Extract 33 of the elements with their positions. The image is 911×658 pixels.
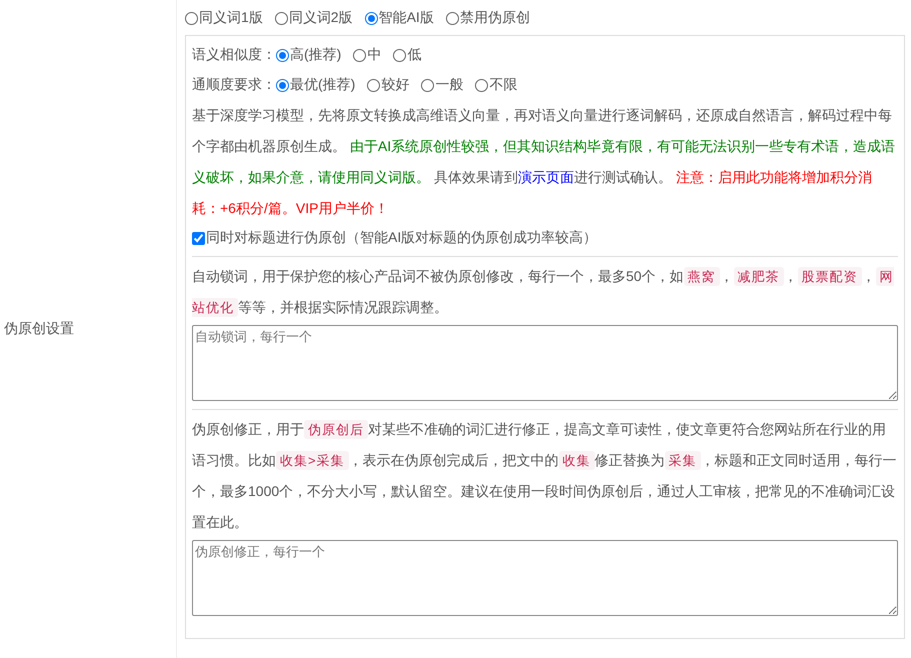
- description-text: 基于深度学习模型，先将原文转换成高维语义向量，再对语义向量进行逐词解码，还原成自然语言，解码过程中每个字都由机器原创生成。 由于AI系统原创性较强，但其知识结构毕竟有限，有可能无法识别一些专有术语，造成语义破坏，如果介意，请使用同义词版。 具体效果请到演示页面进行测试确认。 注意：启用此功能将增加积分消耗：+6积分/篇。VIP用户半价！: [192, 106, 896, 218]
- radio-label: 同义词1版: [199, 9, 263, 27]
- radio-button[interactable]: [367, 78, 380, 92]
- radio-button[interactable]: [475, 78, 488, 92]
- radio-button[interactable]: [353, 48, 366, 62]
- radio-button[interactable]: [274, 12, 288, 24]
- radio-button[interactable]: [421, 78, 434, 92]
- radio-button[interactable]: [185, 12, 198, 24]
- radio-label: 不限: [489, 76, 518, 94]
- corrections-description: 伪原创修正，用于 伪原创后 对某些不准确的词汇进行修正，提高文章可读性，使文章更符合您网站所在行业的用语习惯。比如 收集>采集 ，表示在伪原创完成后，把文中的 收集 修正替换为 采集 ，标题和正文同时适用，每行一个，最多1000个，不分大小写，默认留空。建议在使用一段时间伪原创后，通过人工审核，把常见的不准确词汇设置在此。: [192, 419, 898, 532]
- corrections-field[interactable]: 伪原创修正，每行一个: [192, 540, 898, 616]
- radio-label: 中: [367, 46, 382, 64]
- radio-button[interactable]: [364, 12, 378, 24]
- radio-label: 禁用伪原创: [460, 9, 530, 27]
- radio-label: 高(推荐): [290, 46, 342, 64]
- similarity-label: 语义相似度：: [192, 46, 276, 64]
- radio-label: 智能AI版: [378, 9, 434, 27]
- radio-label: 较好: [381, 76, 410, 94]
- lock-words-field[interactable]: 自动锁词，每行一个: [192, 325, 898, 401]
- settings-label: 伪原创设置: [4, 320, 74, 338]
- checkbox-label: 同时对标题进行伪原创（智能AI版对标题的伪原创成功率较高）: [206, 229, 598, 247]
- radio-label: 最优(推荐): [290, 76, 356, 94]
- fluency-label: 通顺度要求：: [192, 76, 276, 94]
- radio-button[interactable]: [276, 48, 289, 62]
- radio-label: 低: [407, 46, 422, 64]
- radio-button[interactable]: [276, 78, 289, 92]
- radio-label: 同义词2版: [288, 9, 353, 27]
- title-checkbox[interactable]: [192, 232, 205, 244]
- radio-button[interactable]: [393, 48, 406, 62]
- demo-page-link[interactable]: 演示页面: [518, 169, 574, 185]
- radio-button[interactable]: [446, 12, 459, 24]
- lock-words-description: 自动锁词，用于保护您的核心产品词不被伪原创修改，每行一个，最多50个，如 燕窝 ， 减肥茶 ， 股票配资 ， 网站优化 等等，并根据实际情况跟踪调整。: [192, 266, 895, 319]
- radio-label: 一般: [435, 76, 464, 94]
